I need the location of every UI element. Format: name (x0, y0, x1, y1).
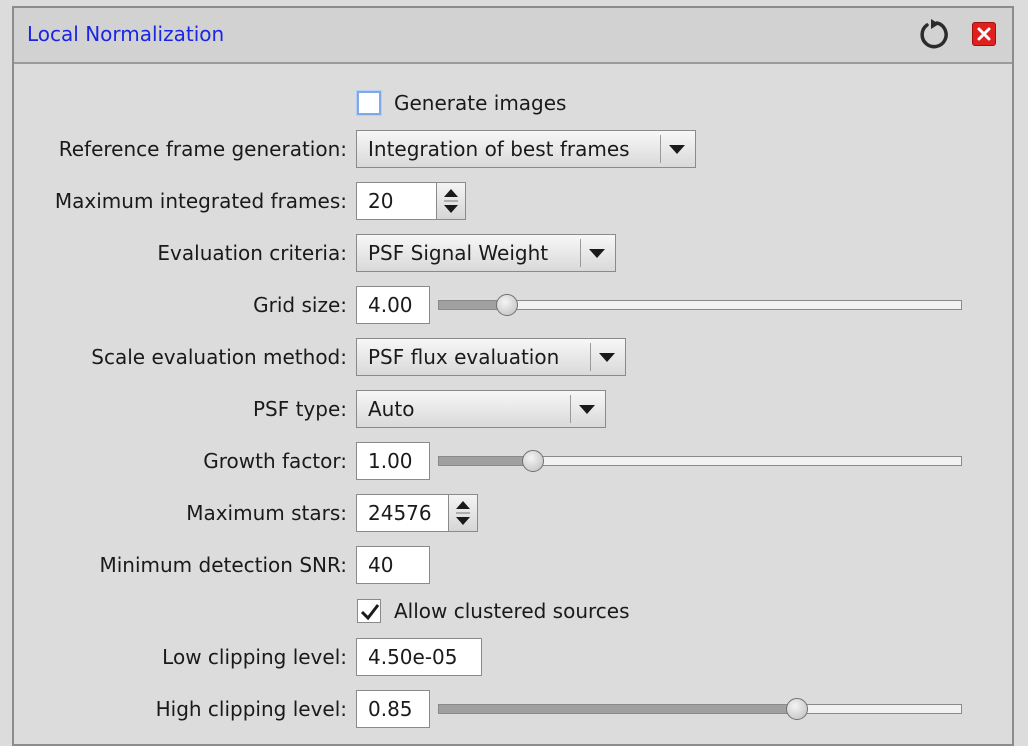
chevron-down-icon (599, 353, 615, 362)
allow-clustered-sources-checkbox[interactable] (357, 599, 381, 623)
scale-evaluation-method-label: Scale evaluation method: (91, 345, 347, 369)
evaluation-criteria-label: Evaluation criteria: (157, 241, 347, 265)
chevron-down-icon (589, 249, 605, 258)
psf-type-row: PSF type: Auto (14, 389, 1014, 429)
scale-evaluation-method-value: PSF flux evaluation (368, 345, 560, 369)
generate-images-row: Generate images (14, 83, 1014, 123)
scale-evaluation-method-row: Scale evaluation method: PSF flux evalua… (14, 337, 1014, 377)
maximum-integrated-frames-spinner[interactable] (436, 182, 466, 220)
reference-frame-generation-label: Reference frame generation: (58, 137, 347, 161)
growth-factor-label: Growth factor: (203, 449, 347, 473)
maximum-integrated-frames-row: Maximum integrated frames: 20 (14, 181, 1014, 221)
allow-clustered-sources-label: Allow clustered sources (394, 599, 630, 623)
growth-factor-row: Growth factor: 1.00 (14, 441, 1014, 481)
evaluation-criteria-value: PSF Signal Weight (368, 241, 549, 265)
minimum-detection-snr-input[interactable]: 40 (356, 546, 430, 584)
reset-icon[interactable] (916, 16, 952, 52)
local-normalization-panel: Local Normalization Generate images Refe… (12, 6, 1014, 746)
psf-type-label: PSF type: (252, 397, 347, 421)
scale-evaluation-method-combo[interactable]: PSF flux evaluation (356, 338, 626, 376)
grid-size-slider-thumb[interactable] (496, 294, 518, 316)
reference-frame-generation-value: Integration of best frames (368, 137, 630, 161)
low-clipping-level-input[interactable]: 4.50e-05 (356, 638, 482, 676)
growth-factor-slider-fill (439, 457, 533, 465)
high-clipping-level-row: High clipping level: 0.85 (14, 689, 1014, 729)
maximum-stars-label: Maximum stars: (186, 501, 347, 525)
chevron-down-icon (579, 405, 595, 414)
spin-arrows-icon (444, 189, 458, 213)
psf-type-value: Auto (368, 397, 415, 421)
title-bar: Local Normalization (14, 8, 1012, 64)
allow-clustered-sources-row: Allow clustered sources (14, 591, 1014, 631)
reference-frame-generation-combo[interactable]: Integration of best frames (356, 130, 696, 168)
growth-factor-slider-thumb[interactable] (522, 450, 544, 472)
generate-images-checkbox[interactable] (357, 91, 381, 115)
close-icon (977, 27, 991, 41)
grid-size-slider[interactable] (438, 294, 962, 316)
maximum-stars-spinner[interactable] (448, 494, 478, 532)
chevron-down-icon (669, 145, 685, 154)
minimum-detection-snr-row: Minimum detection SNR: 40 (14, 545, 1014, 585)
spin-arrows-icon (456, 501, 470, 525)
evaluation-criteria-row: Evaluation criteria: PSF Signal Weight (14, 233, 1014, 273)
maximum-stars-row: Maximum stars: 24576 (14, 493, 1014, 533)
grid-size-label: Grid size: (253, 293, 347, 317)
maximum-integrated-frames-input[interactable]: 20 (356, 182, 437, 220)
growth-factor-input[interactable]: 1.00 (356, 442, 430, 480)
close-button[interactable] (972, 22, 996, 46)
grid-size-input[interactable]: 4.00 (356, 286, 430, 324)
growth-factor-slider[interactable] (438, 450, 962, 472)
reference-frame-generation-row: Reference frame generation: Integration … (14, 129, 1014, 169)
low-clipping-level-label: Low clipping level: (162, 645, 347, 669)
high-clipping-level-input[interactable]: 0.85 (356, 690, 430, 728)
high-clipping-level-slider[interactable] (438, 698, 962, 720)
psf-type-combo[interactable]: Auto (356, 390, 606, 428)
window-title: Local Normalization (27, 22, 225, 46)
checkmark-icon (360, 604, 380, 621)
grid-size-row: Grid size: 4.00 (14, 285, 1014, 325)
maximum-stars-input[interactable]: 24576 (356, 494, 449, 532)
generate-images-label: Generate images (394, 91, 567, 115)
minimum-detection-snr-label: Minimum detection SNR: (99, 553, 347, 577)
high-clipping-level-label: High clipping level: (155, 697, 347, 721)
high-clipping-level-slider-thumb[interactable] (786, 698, 808, 720)
maximum-integrated-frames-label: Maximum integrated frames: (54, 189, 347, 213)
low-clipping-level-row: Low clipping level: 4.50e-05 (14, 637, 1014, 677)
evaluation-criteria-combo[interactable]: PSF Signal Weight (356, 234, 616, 272)
high-clipping-level-slider-fill (439, 705, 797, 713)
